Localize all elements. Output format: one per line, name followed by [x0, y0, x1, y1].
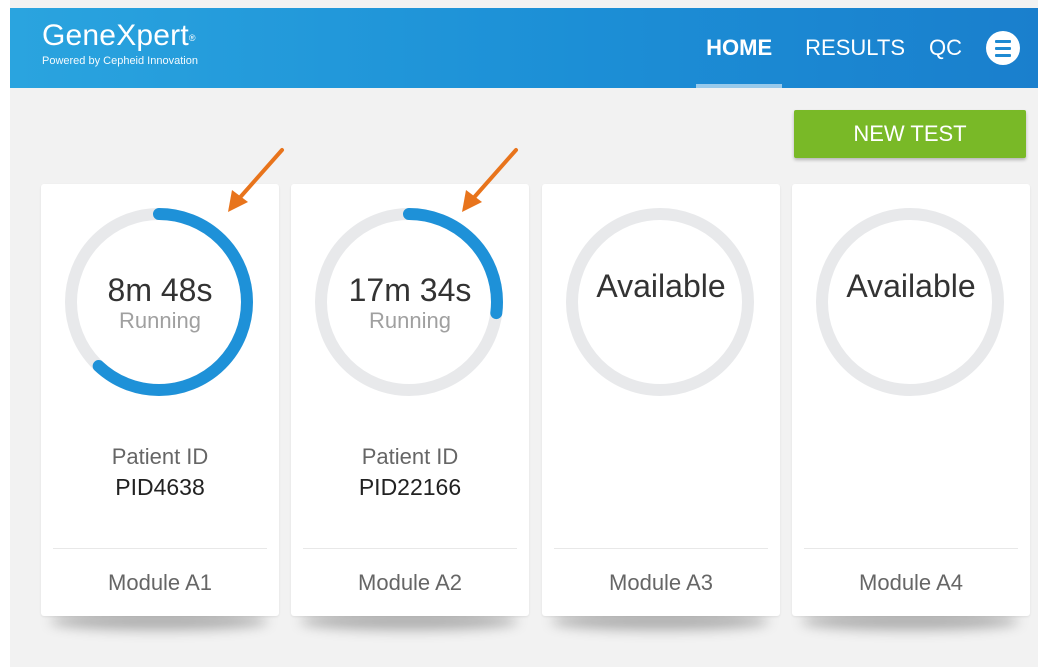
- module-name: Module A4: [859, 570, 963, 595]
- module-card-a3[interactable]: Available Module A3: [542, 184, 780, 616]
- status-label: Running: [369, 308, 451, 333]
- module-name: Module A2: [358, 570, 462, 595]
- status-label: Available: [596, 268, 726, 304]
- status-label: Available: [846, 268, 976, 304]
- patient-id-value: PID22166: [358, 474, 462, 500]
- module-card-a2[interactable]: 17m 34s Running Patient ID PID22166 Modu…: [291, 184, 529, 616]
- app-header: GeneXpert® Powered by Cepheid Innovation…: [10, 8, 1038, 88]
- main-nav: HOME RESULTS QC: [696, 8, 1038, 88]
- nav-tab-results[interactable]: RESULTS: [805, 8, 905, 88]
- page-margin-right: [1038, 0, 1052, 667]
- brand-tagline: Powered by Cepheid Innovation: [42, 55, 198, 67]
- module-name: Module A1: [108, 570, 212, 595]
- nav-tab-qc[interactable]: QC: [929, 8, 962, 88]
- brand-logo: GeneXpert® Powered by Cepheid Innovation: [42, 19, 198, 68]
- status-label: Running: [119, 308, 201, 333]
- new-test-button[interactable]: NEW TEST: [794, 110, 1026, 158]
- hamburger-menu-icon[interactable]: [986, 31, 1020, 65]
- module-card-a4[interactable]: Available Module A4: [792, 184, 1030, 616]
- annotation-arrow-icon: [228, 148, 284, 212]
- nav-tab-home[interactable]: HOME: [696, 8, 783, 88]
- card-divider: [554, 548, 768, 549]
- card-divider: [53, 548, 267, 549]
- card-divider: [804, 548, 1018, 549]
- module-card-a1[interactable]: 8m 48s Running Patient ID PID4638 Module…: [41, 184, 279, 616]
- page-margin-left: [0, 0, 10, 667]
- module-name: Module A3: [609, 570, 713, 595]
- patient-id-label: Patient ID: [111, 444, 209, 469]
- annotation-arrow-icon: [462, 148, 518, 212]
- patient-id-label: Patient ID: [361, 444, 459, 469]
- elapsed-time: 17m 34s: [348, 272, 472, 308]
- elapsed-time: 8m 48s: [107, 272, 213, 308]
- brand-mark: ®: [188, 33, 196, 43]
- brand-name: GeneXpert: [42, 19, 189, 52]
- card-divider: [303, 548, 517, 549]
- patient-id-value: PID4638: [115, 474, 205, 500]
